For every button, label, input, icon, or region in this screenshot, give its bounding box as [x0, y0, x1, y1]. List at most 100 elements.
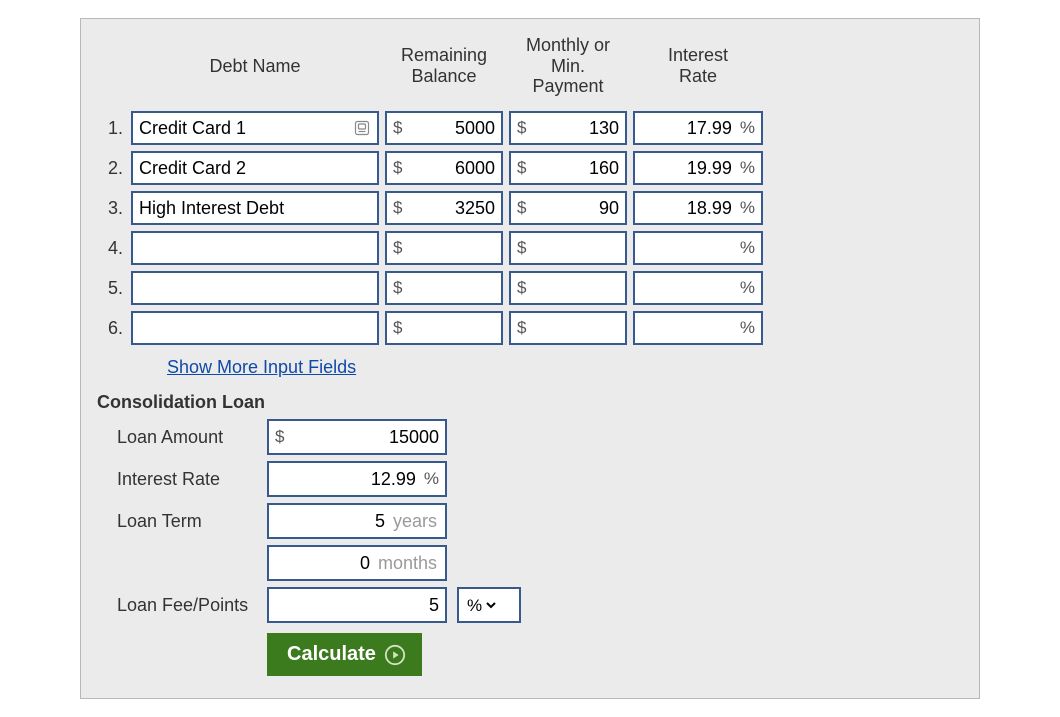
percent-sign: % — [736, 238, 759, 258]
debt-name-input[interactable] — [135, 193, 375, 223]
loan-fee-unit-box: % — [457, 587, 521, 623]
debt-name-cell — [131, 191, 379, 225]
loan-term-label: Loan Term — [117, 511, 257, 532]
percent-sign: % — [736, 278, 759, 298]
rate-cell: % — [633, 191, 763, 225]
dollar-sign: $ — [513, 238, 530, 258]
payment-input[interactable] — [530, 273, 623, 303]
row-number: 5. — [97, 278, 125, 299]
debt-name-cell — [131, 311, 379, 345]
debt-name-input[interactable] — [135, 153, 375, 183]
payment-input[interactable] — [530, 193, 623, 223]
debt-name-cell — [131, 271, 379, 305]
percent-sign: % — [736, 318, 759, 338]
loan-amount-input[interactable] — [288, 421, 443, 453]
loan-term-years-cell: years — [267, 503, 447, 539]
rate-cell: % — [633, 231, 763, 265]
header-min-payment: Monthly or Min. Payment — [509, 33, 627, 105]
debt-name-input[interactable] — [135, 273, 375, 303]
balance-cell: $ — [385, 191, 503, 225]
dollar-sign: $ — [389, 158, 406, 178]
dollar-sign: $ — [389, 278, 406, 298]
debt-name-input[interactable] — [135, 113, 353, 143]
debt-name-cell — [131, 111, 379, 145]
balance-cell: $ — [385, 111, 503, 145]
loan-fee-unit-select[interactable]: % — [463, 589, 499, 621]
balance-input[interactable] — [406, 153, 499, 183]
balance-cell: $ — [385, 271, 503, 305]
rate-cell: % — [633, 111, 763, 145]
row-number: 3. — [97, 198, 125, 219]
payment-input[interactable] — [530, 153, 623, 183]
balance-cell: $ — [385, 151, 503, 185]
loan-amount-cell: $ — [267, 419, 447, 455]
dollar-sign: $ — [389, 318, 406, 338]
rate-input[interactable] — [637, 113, 736, 143]
rate-input[interactable] — [637, 233, 736, 263]
rate-input[interactable] — [637, 313, 736, 343]
loan-fee-cell — [267, 587, 447, 623]
consolidation-title: Consolidation Loan — [97, 392, 963, 413]
dollar-sign: $ — [513, 158, 530, 178]
show-more-link[interactable]: Show More Input Fields — [167, 357, 356, 377]
loan-fee-input[interactable] — [271, 589, 443, 621]
rate-cell: % — [633, 151, 763, 185]
rate-input[interactable] — [637, 193, 736, 223]
loan-rate-cell: % — [267, 461, 447, 497]
months-unit: months — [374, 553, 443, 574]
loan-term-months-input[interactable] — [271, 547, 374, 579]
loan-amount-label: Loan Amount — [117, 427, 257, 448]
rate-input[interactable] — [637, 273, 736, 303]
show-more-container: Show More Input Fields — [167, 357, 963, 378]
loan-term-years-input[interactable] — [271, 505, 389, 537]
calculate-button[interactable]: Calculate — [267, 633, 422, 676]
percent-sign: % — [736, 198, 759, 218]
payment-cell: $ — [509, 231, 627, 265]
loan-rate-label: Interest Rate — [117, 469, 257, 490]
debt-table: Debt Name Remaining Balance Monthly or M… — [97, 33, 963, 345]
percent-sign: % — [736, 118, 759, 138]
loan-rate-input[interactable] — [271, 463, 420, 495]
row-number: 4. — [97, 238, 125, 259]
autofill-icon — [353, 119, 371, 137]
calculator-panel: Debt Name Remaining Balance Monthly or M… — [80, 18, 980, 699]
row-number: 1. — [97, 118, 125, 139]
calculate-label: Calculate — [287, 643, 376, 666]
balance-cell: $ — [385, 311, 503, 345]
balance-input[interactable] — [406, 113, 499, 143]
payment-input[interactable] — [530, 113, 623, 143]
rate-cell: % — [633, 271, 763, 305]
balance-input[interactable] — [406, 193, 499, 223]
consolidation-grid: Loan Amount $ Interest Rate % Loan Term … — [117, 419, 963, 623]
dollar-sign: $ — [389, 238, 406, 258]
payment-input[interactable] — [530, 233, 623, 263]
balance-input[interactable] — [406, 273, 499, 303]
dollar-sign: $ — [271, 427, 288, 447]
payment-cell: $ — [509, 271, 627, 305]
dollar-sign: $ — [513, 278, 530, 298]
years-unit: years — [389, 511, 443, 532]
debt-name-input[interactable] — [135, 313, 375, 343]
dollar-sign: $ — [389, 118, 406, 138]
rate-input[interactable] — [637, 153, 736, 183]
debt-name-input[interactable] — [135, 233, 375, 263]
play-icon — [384, 644, 406, 666]
dollar-sign: $ — [513, 118, 530, 138]
row-number: 2. — [97, 158, 125, 179]
percent-sign: % — [736, 158, 759, 178]
debt-name-cell — [131, 151, 379, 185]
payment-cell: $ — [509, 311, 627, 345]
header-interest-rate: Interest Rate — [633, 43, 763, 94]
balance-input[interactable] — [406, 233, 499, 263]
payment-input[interactable] — [530, 313, 623, 343]
balance-cell: $ — [385, 231, 503, 265]
payment-cell: $ — [509, 111, 627, 145]
balance-input[interactable] — [406, 313, 499, 343]
header-remaining-balance: Remaining Balance — [385, 43, 503, 94]
percent-sign: % — [420, 469, 443, 489]
header-debt-name: Debt Name — [131, 54, 379, 85]
loan-fee-label: Loan Fee/Points — [117, 595, 257, 616]
loan-term-months-cell: months — [267, 545, 447, 581]
payment-cell: $ — [509, 191, 627, 225]
rate-cell: % — [633, 311, 763, 345]
